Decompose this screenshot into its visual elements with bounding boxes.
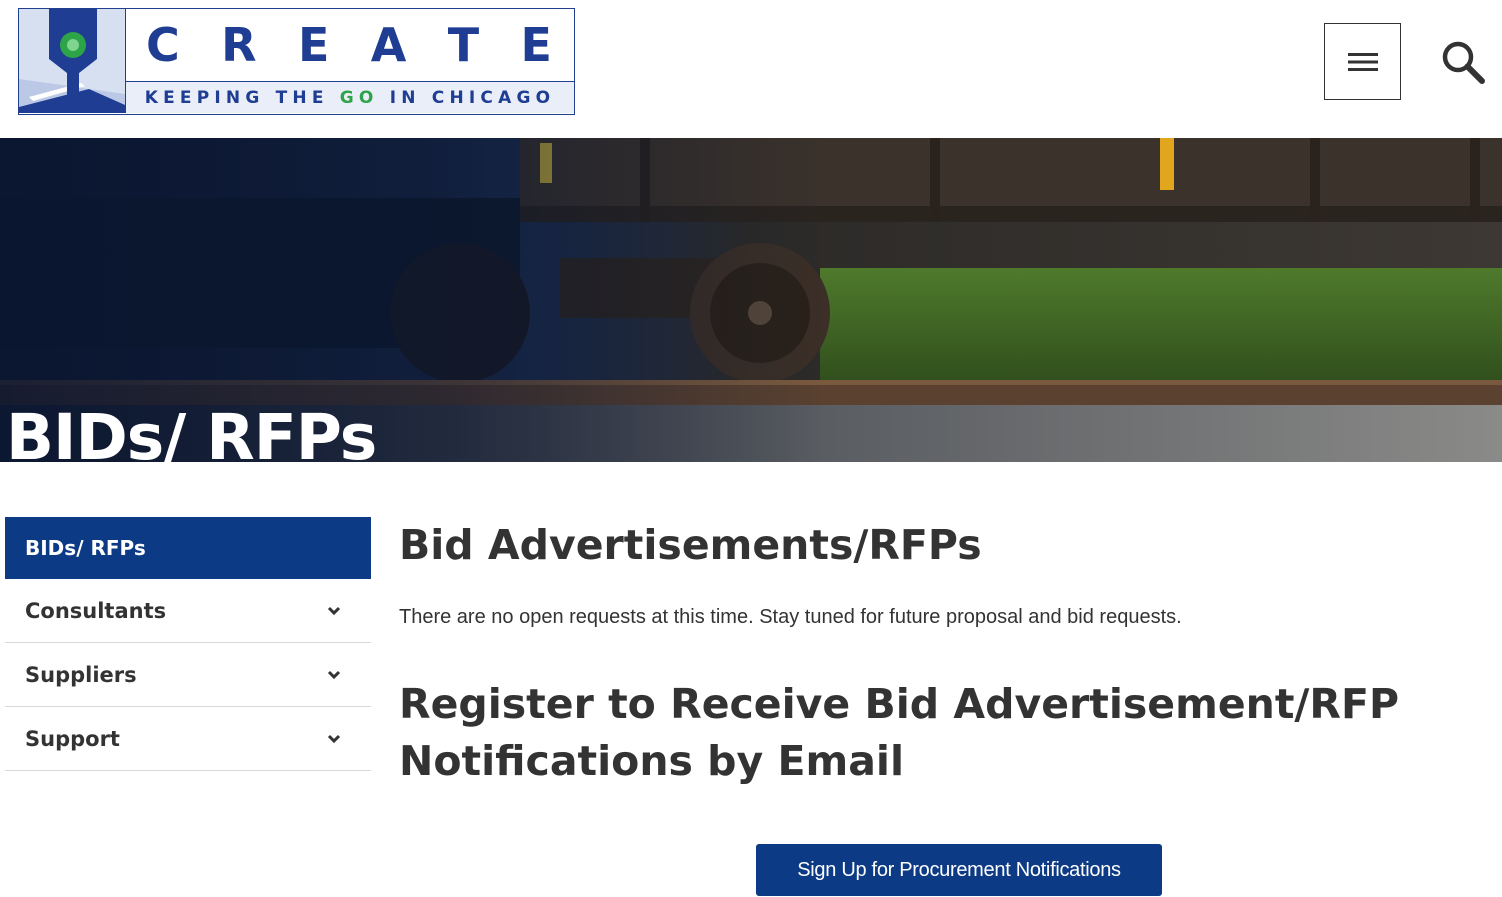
logo-tagline: KEEPING THE GO IN CHICAGO	[126, 81, 574, 113]
search-button[interactable]	[1437, 36, 1489, 88]
sidebar-item-consultants[interactable]: Consultants	[5, 579, 371, 643]
sign-up-button[interactable]: Sign Up for Procurement Notifications	[756, 844, 1162, 896]
chevron-down-icon[interactable]	[327, 670, 341, 680]
page-title: BIDs/ RFPs	[6, 401, 377, 462]
hamburger-icon	[1347, 52, 1378, 71]
chevron-down-icon[interactable]	[327, 606, 341, 616]
sidebar-item-suppliers[interactable]: Suppliers	[5, 643, 371, 707]
sidebar-item-support[interactable]: Support	[5, 707, 371, 771]
site-header: C R E A T E KEEPING THE GO IN CHICAGO	[0, 0, 1502, 138]
sidebar-item-label: Support	[25, 726, 120, 751]
sidebar-nav: BIDs/ RFPs Consultants Suppliers Support	[5, 517, 371, 771]
sidebar-item-label: BIDs/ RFPs	[25, 536, 146, 560]
sidebar-item-label: Suppliers	[25, 662, 137, 687]
no-requests-text: There are no open requests at this time.…	[399, 606, 1182, 628]
register-heading: Register to Receive Bid Advertisement/RF…	[399, 680, 1400, 785]
chevron-down-icon[interactable]	[327, 734, 341, 744]
hero-banner: BIDs/ RFPs	[0, 138, 1502, 462]
signal-emblem-icon	[19, 9, 126, 113]
section-heading: Bid Advertisements/RFPs	[399, 521, 982, 569]
sidebar-item-bids-rfps[interactable]: BIDs/ RFPs	[5, 517, 371, 579]
create-logo[interactable]: C R E A T E KEEPING THE GO IN CHICAGO	[18, 8, 575, 115]
logo-wordmark: C R E A T E	[146, 18, 552, 72]
menu-button[interactable]	[1324, 23, 1401, 100]
sidebar-item-label: Consultants	[25, 598, 167, 623]
search-icon	[1442, 41, 1485, 84]
main-content: Bid Advertisements/RFPs	[399, 514, 1459, 576]
